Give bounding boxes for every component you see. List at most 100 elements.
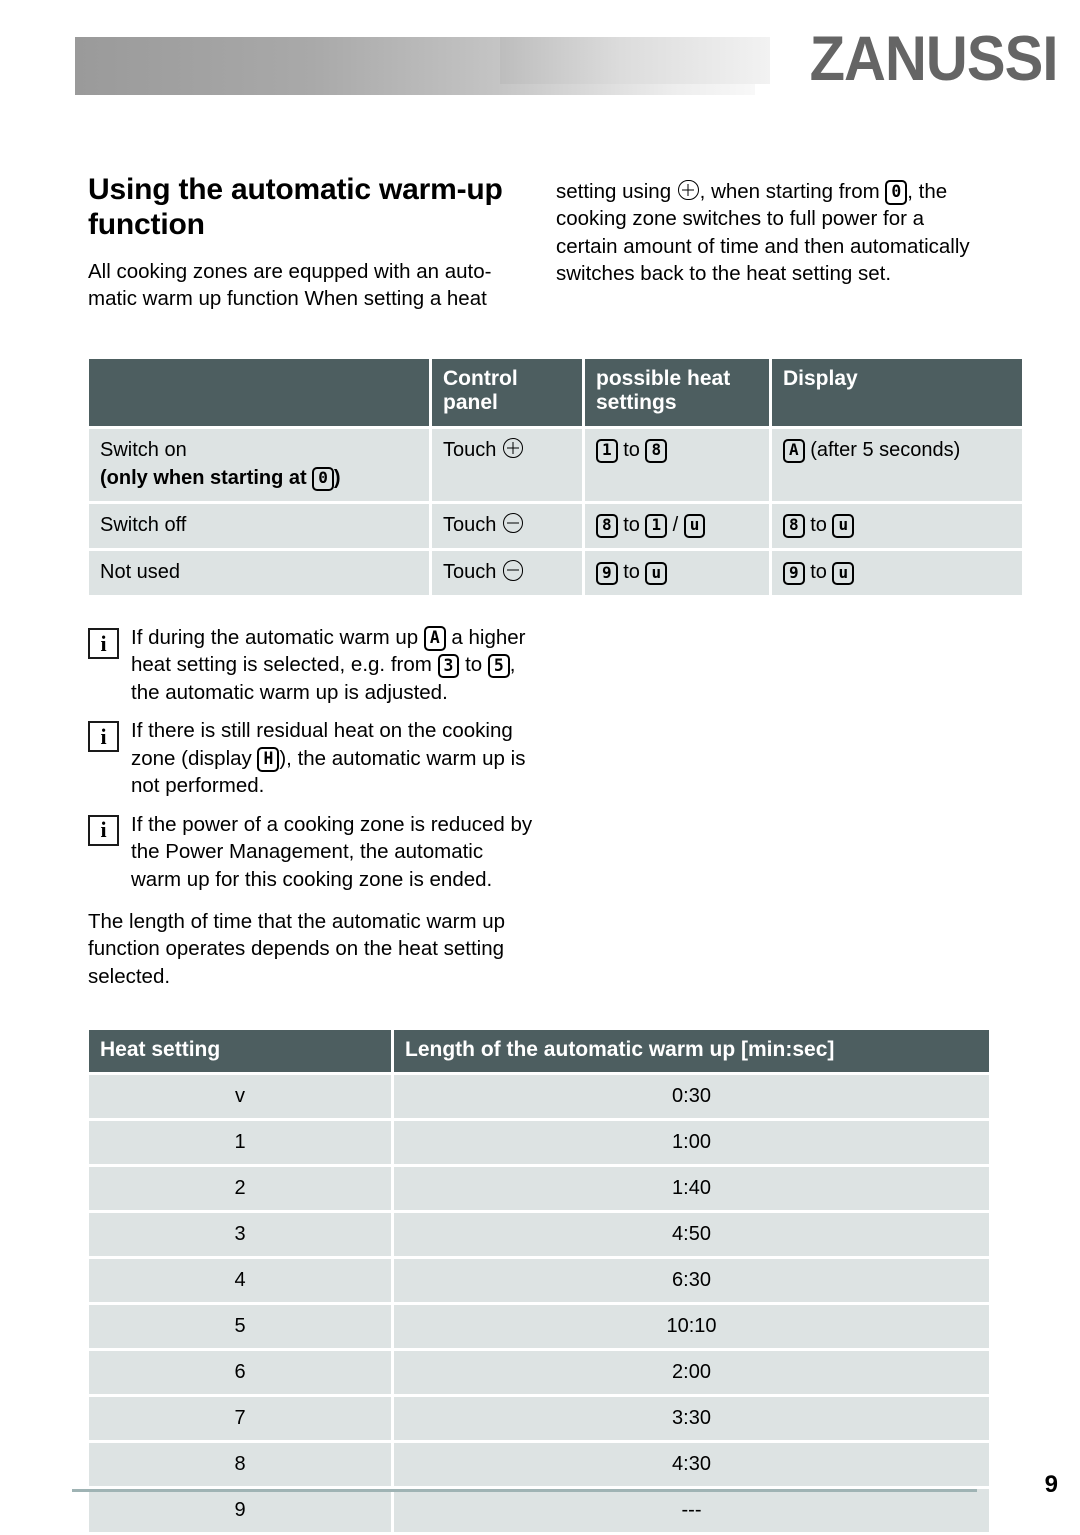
brand-logo: ZANUSSI — [810, 24, 1059, 94]
control-row1-touch-label: Touch — [443, 438, 497, 461]
length-header-heat-setting: Heat setting — [89, 1030, 391, 1073]
control-row2-display: 8 to u — [772, 503, 1022, 549]
warm-up-length-table: Heat setting Length of the automatic war… — [86, 1027, 992, 1535]
length-row-duration: 4:50 — [394, 1213, 989, 1257]
note1-part1: If during the automatic warm up — [131, 626, 424, 649]
length-row-duration: 10:10 — [394, 1305, 989, 1349]
length-row-setting: 6 — [89, 1351, 391, 1395]
control-row1-action: Switch on (only when starting at 0) — [89, 428, 429, 501]
table-row: 7 3:30 — [89, 1397, 989, 1441]
table-row: 2 1:40 — [89, 1167, 989, 1211]
display-glyph-from: 9 — [783, 561, 805, 586]
heat-glyph-from: 8 — [596, 514, 618, 539]
length-row-setting: v — [89, 1075, 391, 1119]
control-row3-touch-label: Touch — [443, 561, 497, 584]
display-glyph-zero: 0 — [885, 180, 908, 205]
table-row: 1 1:00 — [89, 1121, 989, 1165]
heat-joiner: to — [623, 513, 640, 536]
length-row-duration: 0:30 — [394, 1075, 989, 1119]
display-glyph-a: A — [783, 439, 805, 463]
control-row1-action-label: Switch on — [100, 438, 187, 461]
length-row-setting: 7 — [89, 1397, 391, 1441]
display-glyph-zero: 0 — [312, 467, 334, 491]
control-header-control-panel: Control panel — [432, 359, 582, 426]
page-title: Using the automatic warm-up function — [88, 173, 503, 242]
page-number: 9 — [1044, 1471, 1058, 1498]
table-row: Switch off Touch 8 to 1 / u 8 to u — [89, 503, 1022, 549]
control-row1-note-close: ) — [333, 466, 341, 489]
length-row-setting: 9 — [89, 1489, 391, 1533]
page-header: ZANUSSI — [0, 0, 1080, 140]
minus-icon — [502, 560, 524, 581]
right-paragraph-part1: setting using — [556, 180, 677, 203]
length-row-duration: 1:40 — [394, 1167, 989, 1211]
control-table-head: Control panel possible heat settings Dis… — [89, 359, 1022, 426]
length-row-setting: 3 — [89, 1213, 391, 1257]
right-column: setting using , when starting from 0, th… — [556, 178, 986, 287]
heat-joiner: to — [623, 438, 640, 461]
control-row2-touch: Touch — [432, 503, 582, 549]
length-table-body: v 0:30 1 1:00 2 1:40 3 4:50 4 6:30 5 10:… — [89, 1075, 989, 1533]
info-note-1: i If during the automatic warm up A a hi… — [88, 624, 536, 706]
display-glyph-5: 5 — [487, 653, 510, 679]
display-joiner: to — [810, 561, 827, 584]
footer-divider — [72, 1489, 977, 1492]
heat-glyph-from: 9 — [596, 561, 618, 586]
right-paragraph: setting using , when starting from 0, th… — [556, 178, 986, 287]
table-row: 5 10:10 — [89, 1305, 989, 1349]
heat-alt-separator: / — [672, 513, 679, 536]
table-row: 8 4:30 — [89, 1443, 989, 1487]
length-row-setting: 5 — [89, 1305, 391, 1349]
control-row2-heat: 8 to 1 / u — [585, 503, 769, 549]
length-row-duration: 1:00 — [394, 1121, 989, 1165]
control-row3-touch: Touch — [432, 551, 582, 596]
control-row1-touch: Touch — [432, 428, 582, 501]
heat-glyph-to: 8 — [645, 439, 668, 463]
table-row: 9 --- — [89, 1489, 989, 1533]
length-row-setting: 2 — [89, 1167, 391, 1211]
display-glyph-from: 8 — [783, 514, 805, 539]
control-row1-note-text: (only when starting at — [100, 466, 307, 489]
heat-glyph-to: 1 — [645, 514, 668, 539]
table-row: 3 4:50 — [89, 1213, 989, 1257]
length-row-setting: 1 — [89, 1121, 391, 1165]
length-row-duration: --- — [394, 1489, 989, 1533]
display-glyph-a: A — [423, 626, 446, 651]
control-header-possible-heat: possible heat settings — [585, 359, 769, 426]
length-header-duration: Length of the automatic warm up [min:sec… — [394, 1030, 989, 1073]
info-note-2: i If there is still residual heat on the… — [88, 717, 536, 799]
length-row-duration: 6:30 — [394, 1259, 989, 1303]
heat-glyph-from: 1 — [596, 439, 618, 463]
control-row1-heat: 1 to 8 — [585, 428, 769, 501]
intro-paragraph: All cooking zones are equpped with an au… — [88, 260, 492, 311]
length-row-duration: 3:30 — [394, 1397, 989, 1441]
control-table-header-row: Control panel possible heat settings Dis… — [89, 359, 1022, 426]
table-row: Not used Touch 9 to u 9 to u — [89, 551, 1022, 596]
length-row-duration: 4:30 — [394, 1443, 989, 1487]
display-glyph-3: 3 — [437, 653, 460, 679]
length-row-setting: 4 — [89, 1259, 391, 1303]
info-note-3: i If the power of a cooking zone is redu… — [88, 811, 536, 893]
heat-joiner: to — [623, 561, 640, 584]
info-icon: i — [88, 628, 119, 659]
control-row2-action: Switch off — [89, 503, 429, 549]
control-row1-action-note: (only when starting at 0) — [100, 465, 418, 491]
control-row1-display: A (after 5 seconds) — [772, 428, 1022, 501]
right-paragraph-part2: , when starting from — [699, 180, 886, 203]
length-table-head: Heat setting Length of the automatic war… — [89, 1030, 989, 1073]
display-note: (after 5 seconds) — [810, 438, 961, 461]
info-icon: i — [88, 721, 119, 753]
table-row: v 0:30 — [89, 1075, 989, 1119]
info-icon: i — [88, 814, 119, 846]
heat-glyph-alt: u — [683, 514, 706, 539]
plus-icon — [502, 437, 524, 459]
control-row3-heat: 9 to u — [585, 551, 769, 596]
info-note-2-text: If there is still residual heat on the c… — [131, 717, 536, 799]
info-note-3-text: If the power of a cooking zone is reduce… — [131, 812, 533, 891]
note1-part3: to — [459, 653, 488, 677]
info-notes: i If during the automatic warm up A a hi… — [88, 624, 536, 904]
heat-glyph-to: u — [645, 561, 668, 586]
control-header-blank — [89, 359, 429, 426]
control-row2-touch-label: Touch — [443, 513, 497, 536]
control-table-body: Switch on (only when starting at 0) Touch… — [89, 428, 1022, 596]
